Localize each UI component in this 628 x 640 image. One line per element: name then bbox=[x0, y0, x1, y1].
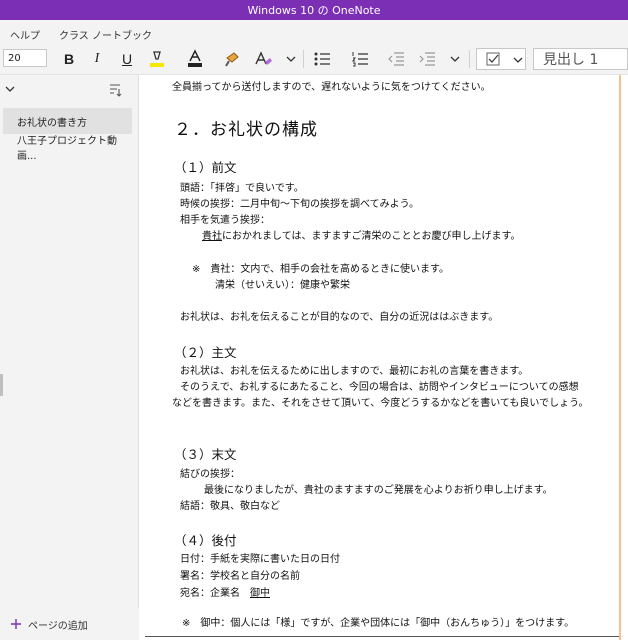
bullet-list-button[interactable] bbox=[312, 44, 332, 74]
menu-bar: ヘルプ クラス ノートブック bbox=[0, 20, 628, 44]
toolbar-divider bbox=[469, 50, 470, 68]
note-text[interactable]: 相手を気遣う挨拶： bbox=[180, 211, 270, 226]
note-text[interactable]: お礼状は、お礼を伝えるために出しますので、最初にお礼の言葉を書きます。 bbox=[180, 362, 528, 377]
more-format-button[interactable] bbox=[284, 44, 298, 74]
sort-icon[interactable] bbox=[108, 83, 122, 97]
note-text[interactable]: 結語：敬具、敬白など bbox=[180, 497, 280, 512]
indent-icon bbox=[419, 52, 435, 66]
chevron-down-icon[interactable] bbox=[5, 85, 15, 93]
style-dropdown[interactable]: 見出し 1 bbox=[533, 48, 628, 70]
note-text[interactable]: 最後になりましたが、貴社のますますのご発展を心よりお祈り申し上げます。 bbox=[204, 481, 553, 496]
page-title: お礼状の書き方 bbox=[17, 117, 87, 129]
page-title: 八王子プロジェクト動画... bbox=[17, 136, 117, 162]
note-text[interactable]: 時候の挨拶：二月中旬〜下旬の挨拶を調べてみよう。 bbox=[180, 195, 419, 210]
subsection-heading[interactable]: （２）主文 bbox=[174, 342, 237, 361]
note-text[interactable]: 署名：学校名と自分の名前 bbox=[180, 567, 300, 582]
note-text[interactable]: 結びの挨拶： bbox=[180, 465, 240, 480]
plus-icon bbox=[11, 619, 21, 629]
chevron-down-icon bbox=[450, 56, 460, 62]
underlined-text: 貴社 bbox=[202, 231, 222, 242]
add-page-button[interactable]: ページの追加 bbox=[0, 608, 139, 640]
menu-class-notebook[interactable]: クラス ノートブック bbox=[59, 27, 152, 42]
chevron-down-icon bbox=[286, 56, 296, 62]
clear-format-button[interactable] bbox=[252, 44, 274, 74]
outdent-button[interactable] bbox=[386, 44, 406, 74]
indent-button[interactable] bbox=[417, 44, 437, 74]
highlight-button[interactable] bbox=[146, 44, 168, 74]
highlight-icon bbox=[150, 51, 164, 67]
page-item-selected[interactable]: お礼状の書き方 bbox=[3, 108, 132, 134]
menu-help[interactable]: ヘルプ bbox=[10, 27, 40, 42]
format-painter-button[interactable] bbox=[223, 44, 243, 74]
bullet-list-icon bbox=[314, 52, 330, 66]
window-title: Windows 10 の OneNote bbox=[247, 4, 381, 17]
page-bottom-line bbox=[145, 636, 619, 637]
underline-button[interactable]: U bbox=[119, 44, 135, 74]
tag-dropdown[interactable] bbox=[476, 48, 526, 70]
note-text[interactable]: 貴社におかれましては、ますますご清栄のこととお慶び申し上げます。 bbox=[202, 227, 521, 242]
italic-button[interactable]: I bbox=[89, 44, 105, 74]
font-color-button[interactable] bbox=[184, 44, 206, 74]
note-text[interactable]: 宛名：企業名 御中 bbox=[180, 584, 270, 599]
note-text[interactable]: ※ 御中：個人には「様」ですが、企業や団体には「御中（おんちゅう）」をつけます。 bbox=[182, 614, 574, 629]
note-text[interactable]: 清栄（せいえい）：健康や繁栄 bbox=[215, 276, 350, 291]
numbered-list-icon bbox=[352, 52, 368, 67]
note-text[interactable]: お礼状は、お礼を伝えることが目的なので、自分の近況ははぶきます。 bbox=[180, 308, 498, 323]
format-painter-icon bbox=[225, 52, 239, 67]
toolbar-divider bbox=[303, 50, 304, 68]
note-text-part: 宛名：企業名 bbox=[180, 588, 250, 599]
note-text[interactable]: そのうえで、お礼するにあたること、今回の場合は、訪問やインタビューについての感想 bbox=[180, 378, 579, 393]
subsection-heading[interactable]: （３）末文 bbox=[174, 444, 237, 463]
clear-format-icon bbox=[255, 51, 272, 65]
font-size-input[interactable]: 20 bbox=[3, 49, 47, 67]
more-paragraph-button[interactable] bbox=[448, 44, 462, 74]
style-value: 見出し 1 bbox=[543, 52, 599, 68]
add-page-label: ページの追加 bbox=[28, 620, 88, 632]
note-text[interactable]: などを書きます。また、それをさせて頂いて、今度どうするかなどを書いても良いでしょ… bbox=[172, 394, 589, 409]
page-item[interactable]: 八王子プロジェクト動画... bbox=[3, 134, 132, 162]
subsection-heading[interactable]: （４）後付 bbox=[174, 530, 237, 549]
page-edge-line bbox=[619, 75, 621, 640]
bold-button[interactable]: B bbox=[60, 44, 78, 74]
font-color-icon bbox=[188, 49, 202, 67]
section-heading[interactable]: ２．お礼状の構成 bbox=[174, 115, 318, 140]
chevron-down-icon bbox=[513, 57, 523, 63]
formatting-toolbar: 20 B I U 見出し 1 bbox=[0, 44, 628, 75]
note-text[interactable]: 日付：手紙を実際に書いた日の日付 bbox=[180, 550, 340, 565]
page-list-pane: お礼状の書き方 八王子プロジェクト動画... bbox=[0, 75, 139, 640]
subsection-heading[interactable]: （１）前文 bbox=[174, 157, 237, 176]
scroll-marker bbox=[0, 374, 3, 396]
checkbox-icon bbox=[486, 52, 500, 66]
title-bar: Windows 10 の OneNote bbox=[0, 0, 628, 20]
underlined-text: 御中 bbox=[250, 588, 270, 599]
note-text[interactable]: 全員揃ってから送付しますので、遅れないように気をつけてください。 bbox=[172, 78, 491, 93]
note-text[interactable]: 頭語：「拝啓」で良いです。 bbox=[180, 179, 304, 194]
note-text[interactable]: ※ 貴社：文内で、相手の会社を高めるときに使います。 bbox=[192, 260, 449, 275]
outdent-icon bbox=[388, 52, 404, 66]
numbered-list-button[interactable] bbox=[350, 44, 370, 74]
note-text-rest: におかれましては、ますますご清栄のこととお慶び申し上げます。 bbox=[222, 231, 521, 242]
